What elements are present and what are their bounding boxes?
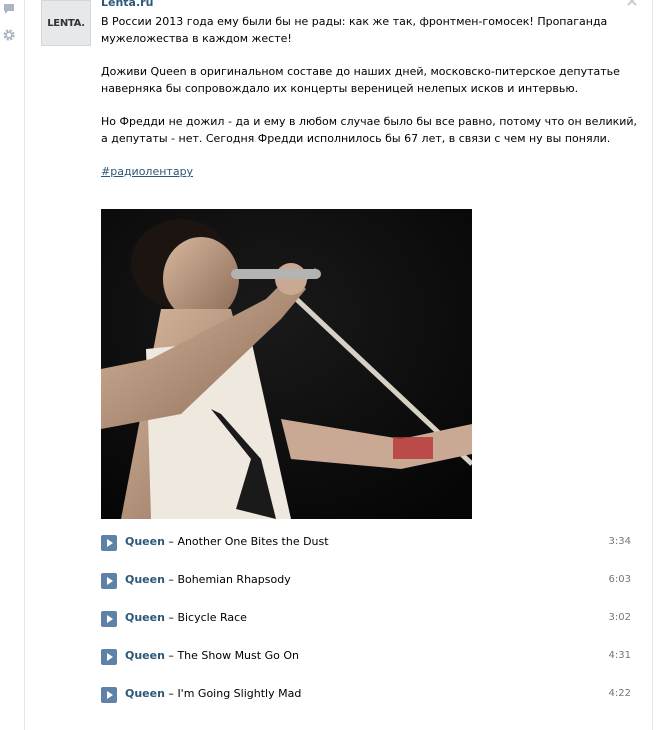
track-title: Queen – The Show Must Go On (125, 649, 299, 662)
track-name: Another One Bites the Dust (177, 535, 329, 548)
track-name: The Show Must Go On (177, 649, 299, 662)
right-edge (652, 0, 653, 730)
track-artist[interactable]: Queen (125, 611, 165, 624)
avatar[interactable]: LENTA. (41, 0, 91, 46)
track-separator: – (164, 687, 178, 700)
post-paragraph: Доживи Queen в оригинальном составе до н… (101, 65, 620, 95)
track-artist[interactable]: Queen (125, 573, 165, 586)
track-separator: – (164, 573, 178, 586)
play-icon[interactable] (101, 611, 117, 627)
track-artist[interactable]: Queen (125, 535, 165, 548)
track-duration: 3:02 (608, 612, 631, 623)
feed-post: LENTA. Lenta.ru В России 2013 года ему б… (25, 0, 652, 730)
track-title: Queen – Bicycle Race (125, 611, 247, 624)
track-name: I'm Going Slightly Mad (177, 687, 302, 700)
close-icon[interactable] (626, 0, 638, 7)
gear-icon[interactable] (2, 28, 16, 42)
post-photo[interactable] (101, 209, 472, 519)
track-duration: 4:31 (608, 650, 631, 661)
audio-track[interactable]: Queen – Another One Bites the Dust 3:34 (101, 531, 631, 569)
post-author-link[interactable]: Lenta.ru (101, 0, 153, 9)
track-title: Queen – I'm Going Slightly Mad (125, 687, 301, 700)
audio-track[interactable]: Queen – Bicycle Race 3:02 (101, 607, 631, 645)
comment-icon[interactable] (2, 2, 16, 16)
track-title: Queen – Another One Bites the Dust (125, 535, 329, 548)
play-icon[interactable] (101, 573, 117, 589)
audio-track[interactable]: Queen – I'm Going Slightly Mad 4:22 (101, 683, 631, 721)
track-separator: – (164, 649, 178, 662)
track-name: Bohemian Rhapsody (177, 573, 291, 586)
track-duration: 3:34 (608, 536, 631, 547)
track-artist[interactable]: Queen (125, 687, 165, 700)
track-title: Queen – Bohemian Rhapsody (125, 573, 291, 586)
audio-list: Queen – Another One Bites the Dust 3:34 … (101, 531, 631, 721)
track-separator: – (164, 535, 178, 548)
track-duration: 6:03 (608, 574, 631, 585)
play-icon[interactable] (101, 687, 117, 703)
post-text: В России 2013 года ему были бы не рады: … (101, 13, 641, 180)
hashtag-link[interactable]: #радиолентару (101, 165, 193, 178)
track-separator: – (164, 611, 178, 624)
left-rail (0, 0, 18, 730)
audio-track[interactable]: Queen – Bohemian Rhapsody 6:03 (101, 569, 631, 607)
track-duration: 4:22 (608, 688, 631, 699)
audio-track[interactable]: Queen – The Show Must Go On 4:31 (101, 645, 631, 683)
post-paragraph: Но Фредди не дожил - да и ему в любом сл… (101, 115, 638, 145)
track-artist[interactable]: Queen (125, 649, 165, 662)
post-paragraph: В России 2013 года ему были бы не рады: … (101, 15, 608, 45)
track-name: Bicycle Race (177, 611, 247, 624)
play-icon[interactable] (101, 535, 117, 551)
avatar-logo-text: LENTA. (47, 17, 85, 29)
play-icon[interactable] (101, 649, 117, 665)
